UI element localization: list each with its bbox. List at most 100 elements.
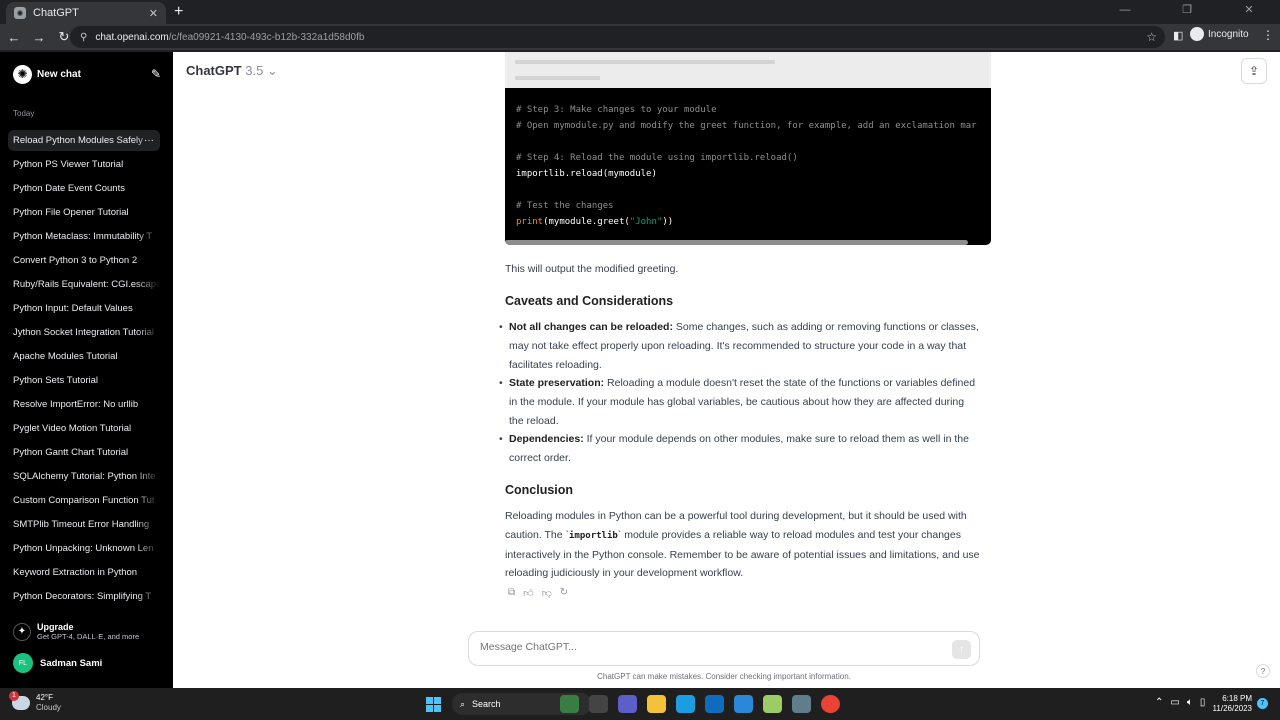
user-menu[interactable]: FL Sadman Sami	[13, 653, 102, 673]
incognito-label: Incognito	[1208, 28, 1249, 40]
copy-icon[interactable]: ⧉	[508, 587, 515, 599]
sidebar-item-4[interactable]: Python Metaclass: Immutability T	[8, 226, 160, 247]
incognito-indicator[interactable]: Incognito	[1190, 27, 1249, 41]
sidebar-item-7[interactable]: Python Input: Default Values	[8, 298, 160, 319]
thumbs-up-icon[interactable]: 👍︎	[523, 587, 533, 599]
message-composer: ↑	[468, 631, 980, 666]
sidebar-item-1[interactable]: Python PS Viewer Tutorial	[8, 154, 160, 175]
window-controls: — ❐ ✕	[1094, 0, 1280, 24]
sidebar-item-15[interactable]: Custom Comparison Function Tut	[8, 490, 160, 511]
minimize-icon[interactable]: —	[1094, 0, 1156, 24]
sidebar-item-14[interactable]: SQLAlchemy Tutorial: Python Inte	[8, 466, 160, 487]
bullet-title: Dependencies:	[509, 433, 584, 445]
site-info-icon[interactable]: ⚲	[80, 32, 87, 43]
edge-browser-icon[interactable]	[676, 695, 695, 713]
bullet-body: Dependencies: If your module depends on …	[499, 430, 979, 468]
regenerate-icon[interactable]: ↻	[560, 587, 568, 599]
forward-icon[interactable]: →	[28, 30, 50, 45]
share-button[interactable]: ⇪	[1241, 58, 1267, 84]
address-bar[interactable]: ⚲ chat.openai.com/c/fea09921-4130-493c-b…	[70, 26, 1165, 48]
tab-chatgpt[interactable]: ✺ ChatGPT ✕	[6, 2, 166, 24]
sidebar-item-label: Python PS Viewer Tutorial	[13, 159, 124, 170]
model-selector[interactable]: ChatGPT 3.5 ⌄	[186, 63, 278, 79]
chat-app-icon[interactable]	[618, 695, 637, 713]
edit-icon[interactable]: ✎	[151, 67, 161, 81]
new-chat-button[interactable]: ✺ New chat ✎	[13, 64, 161, 84]
fade-overlay	[136, 418, 160, 439]
thumbs-down-icon[interactable]: 👎︎	[542, 587, 552, 599]
message-input[interactable]	[480, 641, 940, 653]
tree-app-icon[interactable]	[560, 695, 579, 713]
sidebar-item-11[interactable]: Resolve ImportError: No urllib	[8, 394, 160, 415]
task-view-icon[interactable]	[589, 695, 608, 713]
sidebar-item-6[interactable]: Ruby/Rails Equivalent: CGI.escape	[8, 274, 160, 295]
chrome-icon[interactable]	[821, 695, 840, 713]
sidebar-item-label: Jython Socket Integration Tutorial	[13, 327, 154, 338]
more-options-icon[interactable]: ···	[144, 130, 154, 151]
code-horizontal-scrollbar[interactable]	[505, 240, 968, 245]
weather-widget[interactable]: 1 42°F Cloudy	[9, 691, 61, 713]
volume-icon[interactable]: 🔈︎	[1187, 697, 1193, 708]
message-actions: ⧉ 👍︎ 👎︎ ↻	[508, 587, 568, 599]
conclusion-heading: Conclusion	[505, 483, 574, 497]
network-icon[interactable]: ▭	[1170, 697, 1179, 708]
help-icon[interactable]: ?	[1256, 664, 1270, 678]
tab-strip: ✺ ChatGPT ✕ + — ❐ ✕	[0, 0, 1280, 24]
sidebar-item-3[interactable]: Python File Opener Tutorial	[8, 202, 160, 223]
history-section-label: Today	[13, 109, 35, 118]
incognito-icon	[1190, 27, 1204, 41]
sidebar-item-12[interactable]: Pyglet Video Motion Tutorial	[8, 418, 160, 439]
fade-overlay	[136, 562, 160, 583]
inline-code: importlib	[569, 530, 618, 541]
battery-icon[interactable]: ▯	[1200, 697, 1206, 708]
faded-code-line	[515, 76, 600, 80]
sidebar-item-9[interactable]: Apache Modules Tutorial	[8, 346, 160, 367]
sidebar-item-13[interactable]: Python Gantt Chart Tutorial	[8, 442, 160, 463]
sidebar-item-16[interactable]: SMTPlib Timeout Error Handling	[8, 514, 160, 535]
sidebar: ✺ New chat ✎ Today Reload Python Modules…	[0, 52, 173, 688]
code-token: ))	[662, 217, 674, 227]
side-panel-icon[interactable]: ◧	[1173, 29, 1183, 42]
sidebar-item-label: Pyglet Video Motion Tutorial	[13, 423, 132, 434]
bookmark-star-icon[interactable]: ☆	[1146, 30, 1157, 44]
windows-start-icon[interactable]	[426, 697, 441, 712]
fade-overlay	[136, 274, 160, 295]
clock[interactable]: 6:18 PM 11/26/2023	[1208, 694, 1252, 714]
sidebar-item-0[interactable]: Reload Python Modules Safely ···	[8, 130, 160, 151]
chevron-up-icon[interactable]: ⌃	[1155, 697, 1163, 708]
sidebar-item-2[interactable]: Python Date Event Counts	[8, 178, 160, 199]
sidebar-item-10[interactable]: Python Sets Tutorial	[8, 370, 160, 391]
bullet-title: State preservation:	[509, 377, 605, 389]
bullet-body: State preservation: Reloading a module d…	[499, 374, 979, 430]
sidebar-item-18[interactable]: Keyword Extraction in Python	[8, 562, 160, 583]
sidebar-item-8[interactable]: Jython Socket Integration Tutorial	[8, 322, 160, 343]
upgrade-button[interactable]: ✦ Upgrade Get GPT-4, DALL·E, and more	[13, 622, 139, 641]
code-block: # Step 3: Make changes to your module # O…	[505, 88, 991, 245]
sidebar-item-label: Resolve ImportError: No urllib	[13, 399, 139, 410]
clock-date: 11/26/2023	[1212, 704, 1252, 713]
close-window-icon[interactable]: ✕	[1218, 0, 1280, 24]
store-icon[interactable]	[705, 695, 724, 713]
url-host: chat.openai.com	[95, 31, 169, 43]
send-icon[interactable]: ↑	[952, 640, 971, 659]
sidebar-item-19[interactable]: Python Decorators: Simplifying T	[8, 586, 160, 607]
browser-toolbar: ← → ↻ ⚲ chat.openai.com/c/fea09921-4130-…	[0, 24, 1280, 50]
sidebar-item-5[interactable]: Convert Python 3 to Python 2	[8, 250, 160, 271]
openai-logo-icon: ✺	[13, 64, 32, 84]
restore-icon[interactable]: ❐	[1156, 0, 1218, 24]
new-tab-icon[interactable]: +	[174, 3, 183, 21]
back-icon[interactable]: ←	[3, 30, 25, 45]
fade-overlay	[136, 250, 160, 271]
vscode-icon[interactable]	[734, 695, 753, 713]
notification-badge[interactable]: 7	[1257, 698, 1268, 709]
file-explorer-icon[interactable]	[647, 695, 666, 713]
sparkle-icon: ✦	[13, 622, 31, 641]
weather-badge: 1	[9, 691, 19, 701]
browser-menu-icon[interactable]: ⋮	[1262, 28, 1274, 42]
notepad-icon[interactable]	[763, 695, 782, 713]
image-viewer-icon[interactable]	[792, 695, 811, 713]
close-tab-icon[interactable]: ✕	[149, 7, 158, 20]
model-version: 3.5	[245, 63, 264, 78]
sidebar-item-17[interactable]: Python Unpacking: Unknown Len	[8, 538, 160, 559]
